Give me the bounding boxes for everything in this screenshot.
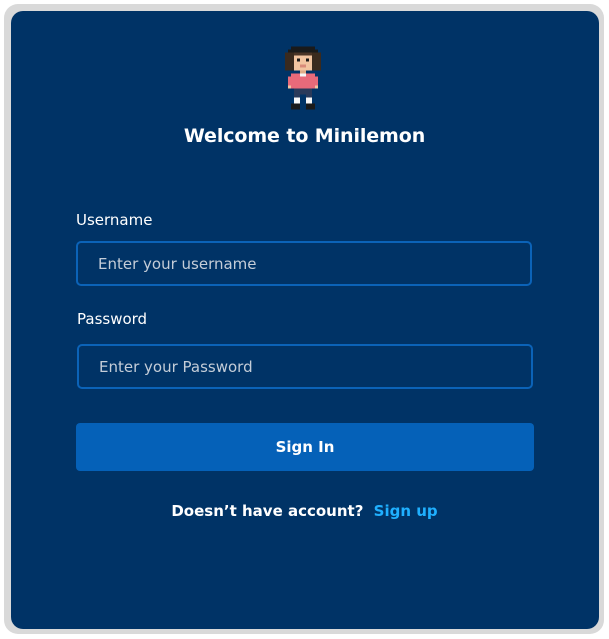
page-title: Welcome to Minilemon [183, 125, 426, 147]
signup-prompt-text: Doesn’t have account? [171, 502, 364, 520]
username-input[interactable] [76, 241, 532, 286]
pixel-character-avatar-icon [285, 46, 321, 110]
sign-in-button[interactable]: Sign In [76, 423, 534, 471]
password-input[interactable] [77, 344, 533, 389]
signup-prompt: Doesn’t have account? Sign up [0, 502, 609, 520]
password-label: Password [77, 310, 148, 328]
sign-up-link[interactable]: Sign up [374, 502, 438, 520]
username-label: Username [76, 211, 153, 229]
